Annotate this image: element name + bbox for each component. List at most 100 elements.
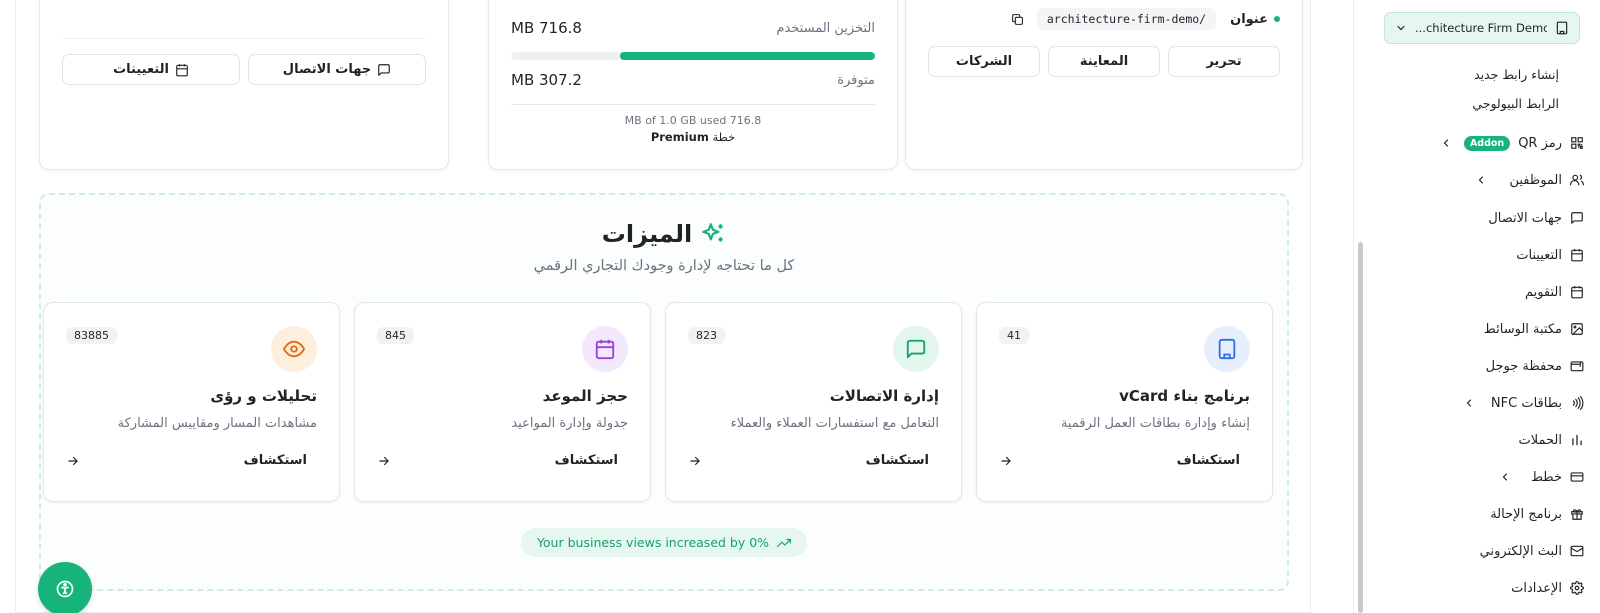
image-icon [1570, 322, 1584, 336]
feature-count: 823 [688, 327, 725, 344]
contacts-button-label: جهات الاتصال [282, 62, 372, 77]
sidebar-item-label: البث الإلكتروني [1479, 543, 1562, 559]
sidebar-scrollbar[interactable] [1356, 0, 1366, 613]
preview-button[interactable]: المعاينة [1048, 46, 1160, 77]
calendar-icon [1570, 285, 1584, 299]
accessibility-fab[interactable] [38, 562, 92, 613]
sidebar-item-label: الحملات [1518, 432, 1562, 448]
sidebar-item-employees[interactable]: الموظفين [1475, 169, 1584, 191]
sidebar-item-label: التقويم [1524, 284, 1562, 300]
sidebar-item-nfc-cards[interactable]: بطاقات NFC [1463, 392, 1584, 414]
sidebar-item-referral[interactable]: برنامج الإحالة [1490, 503, 1584, 525]
sidebar-item-campaigns[interactable]: الحملات [1519, 429, 1584, 451]
storage-usage-text: MB of 1.0 GB used 716.8 [624, 114, 762, 127]
sidebar-item-plans[interactable]: خطط [1499, 466, 1584, 488]
divider [511, 104, 875, 105]
sidebar-item-label: رمز QR [1518, 135, 1562, 151]
feature-card-appointments[interactable]: 845 حجز الموعد جدولة وإدارة المواعيد است… [354, 302, 651, 502]
explore-label: استكشاف [1176, 453, 1240, 468]
feature-title: حجز الموعد [542, 387, 628, 405]
feature-count: 845 [377, 327, 414, 344]
domain-card: عنوان architecture-firm-demo/ تحرير المع… [905, 0, 1303, 170]
arrow-icon [377, 454, 391, 468]
feature-card-contacts[interactable]: 823 إدارة الاتصالات التعامل مع استفسارات… [665, 302, 962, 502]
trending-up-icon [777, 536, 792, 550]
storage-progress-fill [620, 52, 875, 60]
feature-count: 83885 [66, 327, 117, 344]
sidebar-item-label: الإعدادات [1511, 580, 1562, 596]
domain-url: architecture-firm-demo/ [1036, 8, 1217, 30]
message-icon [1570, 211, 1584, 225]
arrow-icon [688, 454, 702, 468]
building-icon [1204, 326, 1250, 372]
sparkles-icon [700, 221, 726, 247]
sidebar-item-label: جهات الاتصال [1488, 210, 1562, 226]
chevron-left-icon [1475, 174, 1487, 186]
sidebar-item-appointments[interactable]: التعيينات [1516, 244, 1584, 266]
storage-used-label: التخزين المستخدم [776, 20, 875, 36]
sidebar-item-label: مكتبة الوسائط [1483, 321, 1562, 337]
explore-label: استكشاف [554, 453, 618, 468]
status-dot [1274, 16, 1280, 22]
users-icon [1570, 173, 1584, 187]
feature-description: جدولة وإدارة المواعيد [511, 416, 628, 431]
sidebar-item-qr-code[interactable]: رمز QR Addon [1440, 132, 1584, 154]
sidebar-item-label: خطط [1530, 469, 1562, 485]
feature-description: إنشاء وإدارة بطاقات العمل الرقمية [1060, 416, 1250, 431]
accessibility-icon [55, 579, 75, 599]
chevron-down-icon [1395, 22, 1407, 34]
chevron-left-icon [1499, 471, 1511, 483]
feature-card-vcard[interactable]: 41 برنامج بناء vCard إنشاء وإدارة بطاقات… [976, 302, 1273, 502]
storage-available-label: متوفرة [837, 72, 875, 88]
appointments-button[interactable]: التعيينات [62, 54, 240, 85]
nfc-icon [1570, 396, 1584, 410]
qr-icon [1570, 136, 1584, 150]
divider [62, 38, 426, 39]
explore-link[interactable]: استكشاف [999, 453, 1250, 468]
mail-icon [1570, 544, 1584, 558]
sidebar-link-bio-link[interactable]: الرابط البيولوجي [1472, 96, 1559, 111]
feature-title: تحليلات و رؤى [210, 387, 317, 405]
sidebar-item-label: الموظفين [1509, 172, 1562, 188]
sidebar-item-google-wallet[interactable]: محفظة جوجل [1486, 355, 1584, 377]
arrow-icon [66, 454, 80, 468]
explore-label: استكشاف [865, 453, 929, 468]
chevron-left-icon [1463, 397, 1475, 409]
feature-description: مشاهدات المسار ومقاييس المشاركة [117, 416, 317, 431]
sidebar-item-contacts[interactable]: جهات الاتصال [1488, 207, 1584, 229]
sidebar-item-calendar[interactable]: التقويم [1525, 281, 1584, 303]
explore-link[interactable]: استكشاف [377, 453, 628, 468]
sidebar-item-label: برنامج الإحالة [1490, 506, 1562, 522]
addon-badge: Addon [1463, 135, 1511, 151]
sidebar-link-new-link[interactable]: إنشاء رابط جديد [1474, 67, 1559, 82]
copy-icon[interactable] [1007, 8, 1029, 30]
explore-link[interactable]: استكشاف [688, 453, 939, 468]
explore-label: استكشاف [243, 453, 307, 468]
feature-description: التعامل مع استفسارات العملاء والعملاء [730, 416, 939, 431]
contacts-button[interactable]: جهات الاتصال [248, 54, 426, 85]
sidebar-item-label: بطاقات NFC [1490, 395, 1562, 411]
bar-chart-icon [1570, 433, 1584, 447]
calendar-icon [582, 326, 628, 372]
explore-link[interactable]: استكشاف [66, 453, 317, 468]
storage-card: التخزين المستخدم MB 716.8 متوفرة MB 307.… [488, 0, 898, 170]
message-icon [377, 63, 391, 77]
building-icon [1555, 21, 1569, 35]
scrollbar-thumb[interactable] [1358, 242, 1363, 613]
companies-button[interactable]: الشركات [928, 46, 1040, 77]
chevron-left-icon [1440, 137, 1452, 149]
main-content: عنوان architecture-firm-demo/ تحرير المع… [15, 0, 1311, 613]
sidebar-item-newsletter[interactable]: البث الإلكتروني [1480, 540, 1584, 562]
sidebar-item-media-library[interactable]: مكتبة الوسائط [1484, 318, 1584, 340]
gear-icon [1570, 581, 1584, 595]
trend-badge: Your business views increased by 0% [520, 528, 808, 557]
domain-label: عنوان [1230, 11, 1268, 27]
feature-title: برنامج بناء vCard [1119, 387, 1250, 405]
plan-text: خطة Premium [489, 130, 897, 144]
calendar-icon [175, 63, 189, 77]
feature-card-analytics[interactable]: 83885 تحليلات و رؤى مشاهدات المسار ومقاي… [43, 302, 340, 502]
edit-button[interactable]: تحرير [1168, 46, 1280, 77]
sidebar: ...chitecture Firm Demo إنشاء رابط جديد … [1366, 0, 1600, 613]
org-switcher[interactable]: ...chitecture Firm Demo [1384, 12, 1580, 44]
sidebar-item-settings[interactable]: الإعدادات [1511, 577, 1584, 599]
